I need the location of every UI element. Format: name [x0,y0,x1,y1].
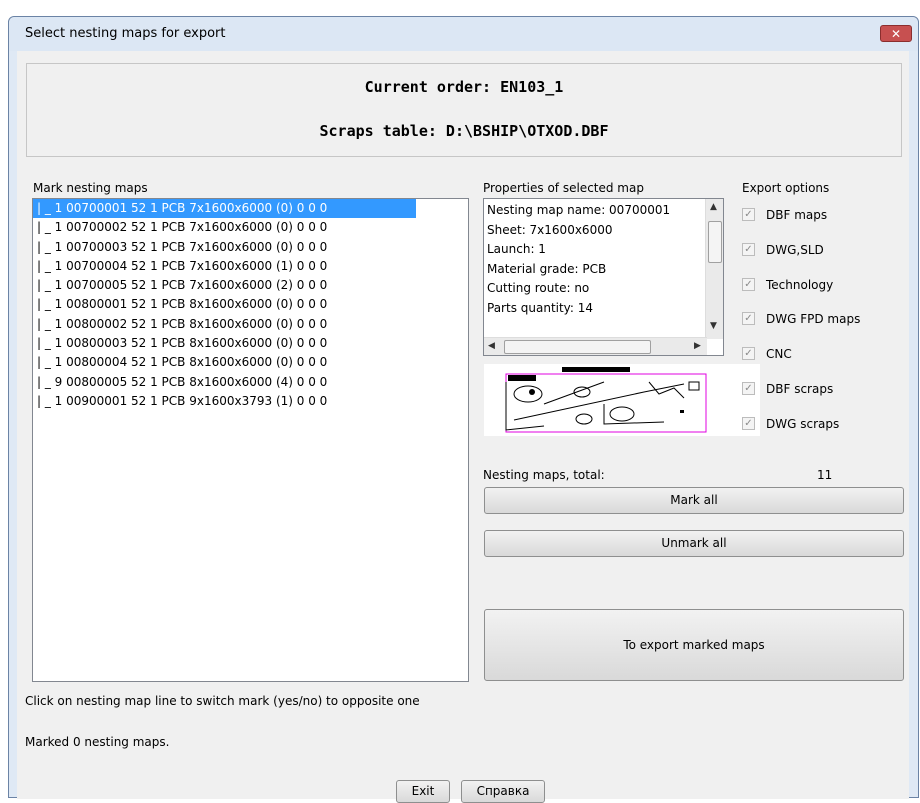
option-dbf-scraps[interactable]: ✓ DBF scraps [742,380,882,400]
list-item[interactable]: | _ 1 00800001 52 1 PCB 8x1600x6000 (0) … [33,295,468,314]
option-label: Technology [766,278,834,292]
scroll-thumb[interactable] [504,340,651,354]
option-label: DWG scraps [766,417,840,431]
property-row: Material grade: PCB [487,261,607,276]
properties-vertical-scrollbar[interactable]: ▲ ▼ [705,199,723,339]
property-row: Sheet: 7x1600x6000 [487,222,613,237]
checkbox[interactable]: ✓ [742,382,755,395]
help-button[interactable]: Справка [461,780,545,803]
list-item[interactable]: | _ 1 00700001 52 1 PCB 7x1600x6000 (0) … [33,199,416,219]
option-label: DWG FPD maps [766,312,861,326]
property-row: Nesting map name: 00700001 [487,203,671,217]
hint-text: Click on nesting map line to switch mark… [25,694,420,708]
checkbox[interactable]: ✓ [742,208,755,221]
scroll-up-icon[interactable]: ▲ [710,202,717,212]
scroll-right-icon[interactable]: ▶ [694,341,701,351]
list-item[interactable]: | _ 1 00700002 52 1 PCB 7x1600x6000 (0) … [33,218,468,237]
checkbox[interactable]: ✓ [742,347,755,360]
window-title: Select nesting maps for export [25,26,226,41]
list-item[interactable]: | _ 1 00800002 52 1 PCB 8x1600x6000 (0) … [33,315,468,334]
total-count: 11 [817,468,833,482]
list-item[interactable]: | _ 1 00700004 52 1 PCB 7x1600x6000 (1) … [33,257,468,276]
nesting-maps-list[interactable]: | _ 1 00700001 52 1 PCB 7x1600x6000 (0) … [32,198,469,682]
mark-all-button[interactable]: Mark all [484,487,904,514]
properties-label: Properties of selected map [483,181,644,195]
option-cnc[interactable]: ✓ CNC [742,345,882,365]
option-label: DBF maps [766,208,828,222]
scraps-table-text: Scraps table: D:\BSHIP\OTXOD.DBF [319,122,609,140]
title-bar: Select nesting maps for export ✕ [9,17,918,51]
exit-button[interactable]: Exit [396,780,450,803]
scroll-left-icon[interactable]: ◀ [488,341,495,351]
option-dwg-fpd-maps[interactable]: ✓ DWG FPD maps [742,310,882,330]
property-row: Cutting route: no [487,281,590,295]
list-item[interactable]: | _ 1 00900001 52 1 PCB 9x1600x3793 (1) … [33,392,468,411]
checkbox[interactable]: ✓ [742,243,755,256]
list-item[interactable]: | _ 9 00800005 52 1 PCB 8x1600x6000 (4) … [33,373,468,392]
option-dbf-maps[interactable]: ✓ DBF maps [742,206,882,226]
unmark-all-button[interactable]: Unmark all [484,530,904,557]
list-item[interactable]: | _ 1 00700003 52 1 PCB 7x1600x6000 (0) … [33,238,468,257]
option-label: CNC [766,347,792,361]
nesting-map-drawing [505,367,707,433]
dialog-client-area: Current order: EN103_1 Scraps table: D:\… [17,51,909,803]
close-icon: ✕ [890,27,902,41]
scroll-thumb[interactable] [708,221,722,263]
checkbox[interactable]: ✓ [742,278,755,291]
current-order-text: Current order: EN103_1 [364,78,564,96]
option-label: DWG,SLD [766,243,824,257]
close-button[interactable]: ✕ [880,25,912,42]
checkbox[interactable]: ✓ [742,417,755,430]
export-marked-button[interactable]: To export marked maps [484,609,904,681]
property-row: Launch: 1 [487,242,546,256]
list-item[interactable]: | _ 1 00800003 52 1 PCB 8x1600x6000 (0) … [33,334,468,353]
property-row: Parts quantity: 14 [487,300,594,315]
option-dwg-scraps[interactable]: ✓ DWG scraps [742,415,882,435]
option-dwg-sld[interactable]: ✓ DWG,SLD [742,241,882,261]
nesting-map-preview [484,364,760,436]
list-item[interactable]: | _ 1 00800004 52 1 PCB 8x1600x6000 (0) … [33,353,468,372]
option-label: DBF scraps [766,382,834,396]
dialog-window: Select nesting maps for export ✕ Current… [8,16,919,803]
checkbox[interactable]: ✓ [742,312,755,325]
list-item[interactable]: | _ 1 00700005 52 1 PCB 7x1600x6000 (2) … [33,276,468,295]
list-label: Mark nesting maps [33,181,148,195]
scroll-down-icon[interactable]: ▼ [710,321,717,331]
marked-status: Marked 0 nesting maps. [25,735,170,749]
properties-panel: Nesting map name: 00700001 Sheet: 7x1600… [483,198,724,356]
option-technology[interactable]: ✓ Technology [742,276,882,296]
export-options-label: Export options [742,181,830,195]
order-info-panel: Current order: EN103_1 Scraps table: D:\… [26,63,902,157]
total-label: Nesting maps, total: [483,468,605,482]
properties-horizontal-scrollbar[interactable]: ◀ ▶ [484,337,707,355]
